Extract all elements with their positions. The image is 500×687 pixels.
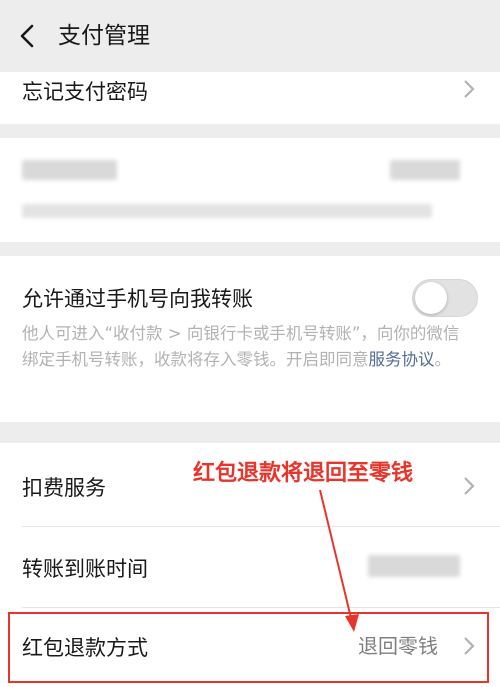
chevron-right-icon xyxy=(464,80,475,98)
blurred-info-card xyxy=(0,138,500,242)
toggle-knob xyxy=(415,282,447,314)
phone-transfer-label: 允许通过手机号向我转账 xyxy=(22,287,253,311)
phone-transfer-description: 他人可进入“收付款 > 向银行卡或手机号转账”，向你的微信绑定手机号转账，收款将… xyxy=(22,321,462,373)
navbar: 支付管理 xyxy=(0,0,500,72)
annotation-highlight-box xyxy=(8,612,489,683)
forgot-password-label: 忘记支付密码 xyxy=(22,80,148,104)
description-suffix: 。 xyxy=(434,350,452,369)
phone-transfer-toggle[interactable] xyxy=(412,279,478,317)
forgot-password-row[interactable]: 忘记支付密码 xyxy=(0,72,500,124)
service-agreement-link[interactable]: 服务协议 xyxy=(369,350,435,369)
transfer-arrival-time-row[interactable]: 转账到账时间 xyxy=(0,527,500,607)
transfer-arrival-time-label: 转账到账时间 xyxy=(22,557,148,581)
blurred-text xyxy=(368,555,460,577)
chevron-right-icon xyxy=(464,477,475,495)
annotation-text: 红包退款将退回至零钱 xyxy=(193,461,414,486)
deduction-service-label: 扣费服务 xyxy=(22,476,106,500)
back-arrow-icon[interactable] xyxy=(14,20,42,52)
blurred-text xyxy=(390,160,460,180)
blurred-text xyxy=(22,160,117,180)
page-title: 支付管理 xyxy=(58,23,150,49)
blurred-text xyxy=(22,204,432,218)
